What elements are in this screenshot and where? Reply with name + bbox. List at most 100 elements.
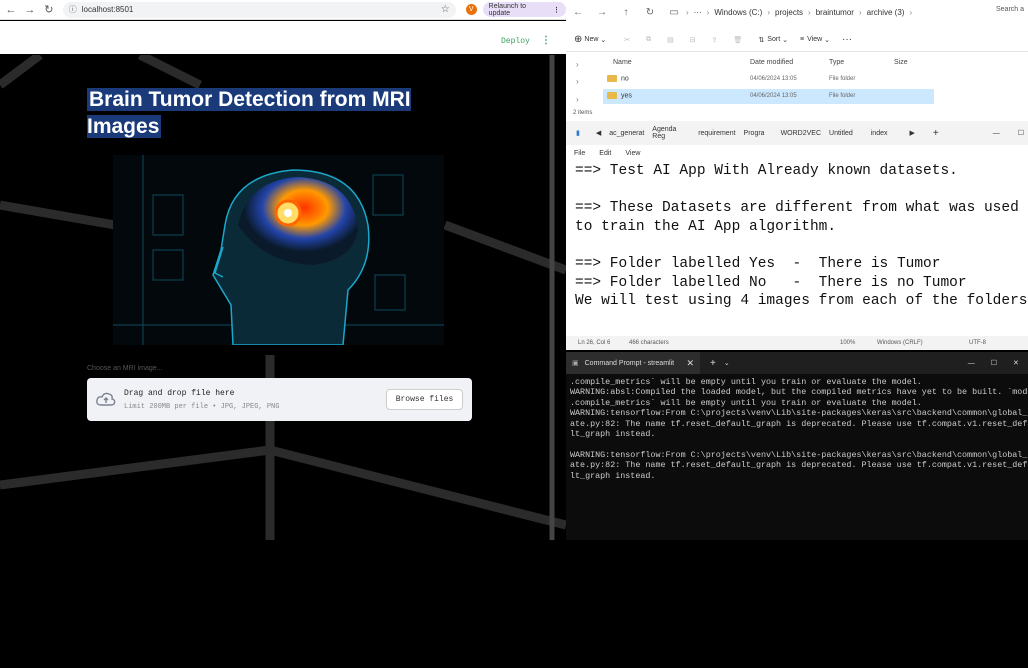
line-ending: Windows (CRLF) — [877, 340, 923, 346]
refresh-icon[interactable]: ↻ — [638, 7, 662, 18]
output-line: WARNING:absl:Compiled the loaded model, … — [570, 387, 1028, 398]
notepad-statusbar: Ln 26, Col 6 466 characters 100% Windows… — [566, 336, 1028, 350]
breadcrumb-more[interactable]: ··· — [694, 8, 702, 17]
file-row[interactable]: yes — [607, 92, 632, 99]
profile-avatar[interactable]: V — [465, 4, 477, 15]
column-header-date[interactable]: Date modified — [750, 59, 793, 66]
column-header-name[interactable]: Name — [613, 59, 632, 66]
chevron-down-icon[interactable]: ⌄ — [724, 359, 730, 367]
browse-files-button[interactable]: Browse files — [386, 389, 463, 410]
dropzone-instructions: Drag and drop file here — [124, 389, 235, 398]
breadcrumb-item[interactable]: archive (3) — [867, 8, 905, 17]
site-info-icon[interactable]: ⓘ — [69, 4, 77, 15]
view-button[interactable]: ≡ View ⌄ — [800, 36, 830, 44]
nav-pane-chevron[interactable]: › — [576, 95, 579, 104]
view-icon: ≡ — [800, 36, 805, 43]
sort-icon: ⇅ — [758, 36, 765, 44]
uploader-label: Choose an MRI image... — [87, 365, 163, 372]
streamlit-header — [0, 21, 566, 54]
browser-toolbar: ← → ↻ ⓘ localhost:8501 ☆ V Relaunch to u… — [0, 0, 567, 20]
back-icon[interactable]: ← — [566, 7, 590, 18]
output-line: ate.py:82: The name tf.reset_default_gra… — [570, 460, 1028, 471]
nav-pane-chevron[interactable]: › — [576, 60, 579, 69]
file-type: File folder — [829, 93, 856, 99]
delete-icon[interactable]: 🗑 — [734, 36, 743, 44]
cut-icon[interactable]: ✂ — [624, 36, 630, 44]
chevron-right-icon: › — [808, 7, 811, 17]
breadcrumb-item[interactable]: projects — [775, 8, 803, 17]
item-count: 2 items — [573, 110, 593, 116]
minimize-icon[interactable]: — — [993, 130, 1000, 137]
bookmark-star-icon[interactable]: ☆ — [441, 4, 450, 15]
deploy-button[interactable]: Deploy — [501, 37, 530, 46]
terminal-output[interactable]: .compile_metrics` will be empty until yo… — [570, 377, 1028, 481]
tab-scroll-left-icon[interactable]: ◀ — [596, 129, 601, 137]
main-menu-icon[interactable]: ⋮ — [541, 35, 551, 46]
file-name: no — [621, 75, 629, 83]
chevron-right-icon: › — [909, 7, 913, 17]
close-icon[interactable]: ✕ — [1013, 359, 1019, 367]
nav-pane-chevron[interactable]: › — [576, 77, 579, 86]
new-tab-icon[interactable]: + — [710, 358, 716, 369]
text-line: We will test using 4 images from each of… — [575, 293, 1028, 310]
url-text: localhost:8501 — [81, 5, 134, 14]
maximize-icon[interactable]: ☐ — [991, 359, 997, 367]
file-name: yes — [621, 92, 632, 100]
breadcrumb-item[interactable]: Windows (C:) — [714, 8, 762, 17]
text-line: ==> Test AI App With Already known datas… — [575, 163, 958, 179]
new-tab-icon[interactable]: + — [933, 128, 939, 139]
char-count: 466 characters — [629, 340, 669, 346]
terminal-tab[interactable]: ▣ Command Prompt - streamlit ✕ — [566, 352, 700, 374]
back-icon[interactable]: ← — [3, 1, 19, 19]
breadcrumb-item[interactable]: braintumor — [816, 8, 854, 17]
add-icon: ⊕ — [574, 34, 583, 45]
chevron-right-icon: › — [767, 7, 771, 17]
notepad-tabbar: ▮ ◀ ac_generat Agenda Reg requirement Pr… — [566, 121, 1028, 145]
file-type: File folder — [829, 76, 856, 82]
tab-item[interactable]: requirement — [698, 130, 735, 137]
text-line: ==> Folder labelled Yes - There is Tumor — [575, 255, 941, 272]
rename-icon[interactable]: ⊟ — [690, 36, 696, 44]
maximize-icon[interactable]: ☐ — [1018, 129, 1024, 137]
tab-item[interactable]: Agenda Reg — [652, 126, 690, 140]
paste-icon[interactable]: ▤ — [667, 36, 674, 44]
chevron-down-icon: ⌄ — [782, 36, 789, 44]
column-header-type[interactable]: Type — [829, 59, 844, 66]
text-line: ==> Folder labelled No - There is no Tum… — [575, 274, 967, 291]
menu-view[interactable]: View — [625, 150, 640, 157]
forward-icon[interactable]: → — [22, 1, 38, 19]
close-icon[interactable]: ✕ — [686, 358, 694, 369]
chevron-down-icon: ⌄ — [600, 36, 607, 44]
column-header-size[interactable]: Size — [894, 59, 908, 66]
explorer-search-input[interactable]: Search a — [996, 6, 1024, 13]
tab-item[interactable]: WORD2VEC — [781, 130, 821, 137]
more-vert-icon: ⋮ — [553, 6, 561, 14]
up-icon[interactable]: ↑ — [614, 7, 638, 18]
address-bar[interactable]: ⓘ localhost:8501 ☆ — [62, 1, 456, 18]
computer-icon[interactable]: ▭ — [662, 7, 686, 18]
terminal-tab-title: Command Prompt - streamlit — [584, 359, 675, 367]
share-icon[interactable]: ⇪ — [712, 36, 718, 44]
new-button-label: New — [584, 36, 599, 43]
relaunch-button[interactable]: Relaunch to update ⋮ — [482, 2, 567, 17]
menu-edit[interactable]: Edit — [599, 150, 611, 157]
minimize-icon[interactable]: — — [968, 360, 975, 367]
more-options-icon[interactable]: ··· — [842, 34, 852, 45]
tab-item[interactable]: Progra — [744, 130, 765, 137]
folder-icon — [607, 75, 617, 82]
notepad-editor[interactable]: ==> Test AI App With Already known datas… — [575, 162, 1028, 311]
menu-file[interactable]: File — [574, 150, 585, 157]
tab-scroll-right-icon[interactable]: ▶ — [909, 129, 914, 137]
tab-item[interactable]: ac_generat — [609, 130, 644, 137]
text-line: ==> These Datasets are different from wh… — [575, 200, 1019, 217]
forward-icon[interactable]: → — [590, 7, 614, 18]
tab-item[interactable]: index — [871, 130, 888, 137]
copy-icon[interactable]: ⧉ — [646, 36, 651, 44]
file-date: 04/06/2024 13:05 — [750, 76, 797, 82]
file-row[interactable]: no — [607, 75, 629, 82]
new-button[interactable]: ⊕ New ⌄ — [574, 34, 606, 45]
tab-item[interactable]: Untitled — [829, 130, 853, 137]
reload-icon[interactable]: ↻ — [41, 1, 57, 19]
sort-button[interactable]: ⇅ Sort ⌄ — [758, 36, 788, 44]
